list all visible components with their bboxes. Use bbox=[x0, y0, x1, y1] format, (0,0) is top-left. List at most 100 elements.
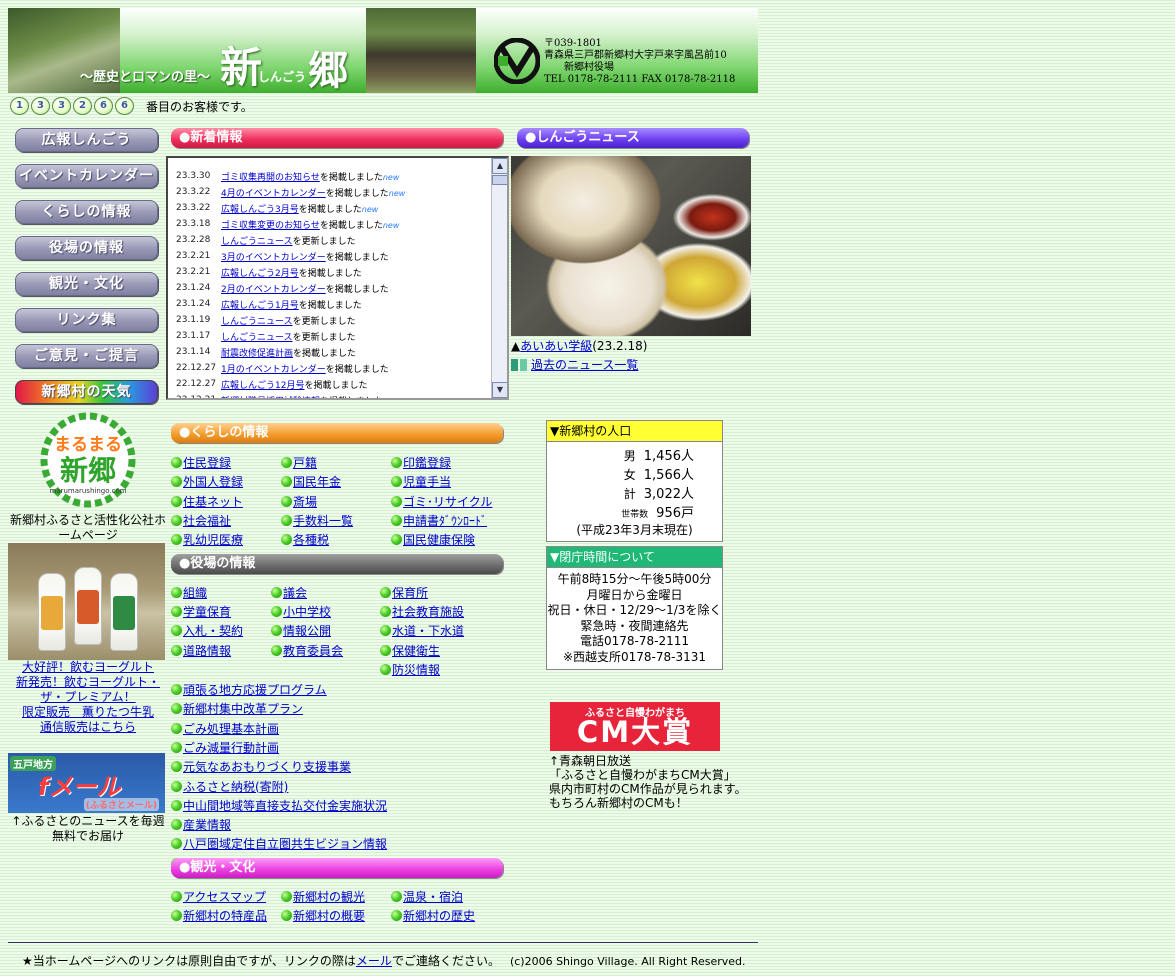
yakuba-link[interactable]: 保育所 bbox=[380, 584, 428, 601]
kanko-link-label[interactable]: 新郷村の概要 bbox=[293, 909, 365, 923]
yakuba-link[interactable]: 防災情報 bbox=[380, 661, 440, 678]
kurashi-link[interactable]: 児童手当 bbox=[391, 473, 451, 490]
kanko-link[interactable]: 新郷村の概要 bbox=[281, 907, 365, 924]
yakuba-link-label[interactable]: 情報公開 bbox=[283, 624, 331, 638]
kanko-link[interactable]: 新郷村の歴史 bbox=[391, 907, 475, 924]
yakuba-link-label[interactable]: 頑張る地方応援プログラム bbox=[183, 683, 327, 697]
yakuba-link-label[interactable]: 学童保育 bbox=[183, 605, 231, 619]
yakuba-link-label[interactable]: 入札・契約 bbox=[183, 624, 243, 638]
yakuba-link[interactable]: 情報公開 bbox=[271, 622, 331, 639]
kurashi-link-label[interactable]: ゴミ･リサイクル bbox=[403, 495, 492, 509]
news-link[interactable]: 1月のイベントカレンダー bbox=[221, 365, 326, 375]
nav-opinion-button[interactable]: ご意見・ご提言 bbox=[15, 344, 158, 368]
yakuba-link-label[interactable]: 産業情報 bbox=[183, 818, 231, 832]
yogurt-bottles-photo[interactable] bbox=[8, 543, 165, 660]
yogurt-link-3[interactable]: 限定販売 薫りたつ牛乳 bbox=[8, 705, 168, 720]
kurashi-link[interactable]: 申請書ﾀﾞｳﾝﾛｰﾄﾞ bbox=[391, 512, 487, 529]
kurashi-link[interactable]: 戸籍 bbox=[281, 454, 317, 471]
news-link[interactable]: ゴミ収集再開のお知らせ bbox=[221, 173, 320, 183]
yakuba-link-label[interactable]: 保育所 bbox=[392, 586, 428, 600]
yakuba-link[interactable]: 産業情報 bbox=[171, 816, 231, 833]
news-link[interactable]: 広報しんごう12月号 bbox=[221, 381, 304, 391]
yakuba-link[interactable]: 保健衛生 bbox=[380, 642, 440, 659]
kanko-link-label[interactable]: 新郷村の特産品 bbox=[183, 909, 267, 923]
news-link[interactable]: 3月のイベントカレンダー bbox=[221, 253, 326, 263]
yakuba-link[interactable]: 道路情報 bbox=[171, 642, 231, 659]
kurashi-link-label[interactable]: 斎場 bbox=[293, 495, 317, 509]
news-link[interactable]: しんごうニュース bbox=[221, 237, 293, 247]
yakuba-link[interactable]: 頑張る地方応援プログラム bbox=[171, 681, 327, 698]
yakuba-link-label[interactable]: 小中学校 bbox=[283, 605, 331, 619]
kurashi-link-label[interactable]: 国民健康保険 bbox=[403, 533, 475, 547]
kurashi-link-label[interactable]: 社会福祉 bbox=[183, 514, 231, 528]
yakuba-link-label[interactable]: 教育委員会 bbox=[283, 644, 343, 658]
news-link[interactable]: 新郷村職員採用試験情報 bbox=[221, 397, 320, 399]
yakuba-link[interactable]: 学童保育 bbox=[171, 603, 231, 620]
kurashi-link[interactable]: 斎場 bbox=[281, 493, 317, 510]
news-link[interactable]: 2月のイベントカレンダー bbox=[221, 285, 326, 295]
yakuba-link-label[interactable]: 防災情報 bbox=[392, 663, 440, 677]
news-link[interactable]: 広報しんごう3月号 bbox=[221, 205, 299, 215]
yakuba-link-label[interactable]: ごみ処理基本計画 bbox=[183, 722, 279, 736]
yogurt-link-1[interactable]: 大好評！飲むヨーグルト bbox=[8, 660, 168, 675]
yakuba-link[interactable]: 元気なあおもりづくり支援事業 bbox=[171, 758, 351, 775]
kanko-link-label[interactable]: 新郷村の歴史 bbox=[403, 909, 475, 923]
kanko-link-label[interactable]: 新郷村の観光 bbox=[293, 890, 365, 904]
yakuba-link[interactable]: 入札・契約 bbox=[171, 622, 243, 639]
scroll-thumb[interactable] bbox=[492, 175, 507, 185]
nav-weather-button[interactable]: 新郷村の天気 bbox=[15, 380, 158, 404]
news-link[interactable]: 広報しんごう2月号 bbox=[221, 269, 299, 279]
yakuba-link[interactable]: ごみ減量行動計画 bbox=[171, 739, 279, 756]
yakuba-link-label[interactable]: 組織 bbox=[183, 586, 207, 600]
nav-kouhou-button[interactable]: 広報しんごう bbox=[15, 128, 158, 152]
kurashi-link-label[interactable]: 各種税 bbox=[293, 533, 329, 547]
footer-mail-link[interactable]: メール bbox=[356, 954, 392, 968]
nav-event-calendar-button[interactable]: イベントカレンダー bbox=[15, 164, 158, 188]
kurashi-link[interactable]: 社会福祉 bbox=[171, 512, 231, 529]
yakuba-link-label[interactable]: 議会 bbox=[283, 586, 307, 600]
aiai-class-link[interactable]: あいあい学級 bbox=[520, 339, 592, 353]
kurashi-link[interactable]: ゴミ･リサイクル bbox=[391, 493, 492, 510]
yakuba-link-label[interactable]: 保健衛生 bbox=[392, 644, 440, 658]
cm-award-banner[interactable]: ふるさと自慢わがまち CM大賞 bbox=[550, 702, 720, 751]
yakuba-link[interactable]: ふるさと納税(寄附) bbox=[171, 778, 288, 795]
kanko-link[interactable]: 新郷村の観光 bbox=[281, 888, 365, 905]
kurashi-link[interactable]: 手数料一覧 bbox=[281, 512, 353, 529]
yakuba-link[interactable]: 水道・下水道 bbox=[380, 622, 464, 639]
scroll-down-arrow-icon[interactable]: ▼ bbox=[492, 382, 507, 398]
yogurt-link-2[interactable]: 新発売！飲むヨーグルト・ザ・プレミアム！ bbox=[8, 675, 168, 705]
kurashi-link-label[interactable]: 戸籍 bbox=[293, 456, 317, 470]
kurashi-link[interactable]: 住基ネット bbox=[171, 493, 243, 510]
news-link[interactable]: 4月のイベントカレンダー bbox=[221, 189, 326, 199]
yakuba-link-label[interactable]: ふるさと納税(寄附) bbox=[183, 780, 288, 794]
kanko-link-label[interactable]: アクセスマップ bbox=[183, 890, 266, 904]
yakuba-link-label[interactable]: ごみ減量行動計画 bbox=[183, 741, 279, 755]
yakuba-link[interactable]: 議会 bbox=[271, 584, 307, 601]
marumaru-shingo-logo[interactable]: まるまる 新郷 marumarushingo.com bbox=[38, 412, 138, 510]
kanko-link[interactable]: 新郷村の特産品 bbox=[171, 907, 267, 924]
yakuba-link-label[interactable]: 水道・下水道 bbox=[392, 624, 464, 638]
yakuba-link[interactable]: ごみ処理基本計画 bbox=[171, 720, 279, 737]
yakuba-link-label[interactable]: 八戸圏域定住自立圏共生ビジョン情報 bbox=[183, 837, 387, 851]
news-link[interactable]: ゴミ収集変更のお知らせ bbox=[221, 221, 320, 231]
yakuba-link[interactable]: 中山間地域等直接支払交付金実施状況 bbox=[171, 797, 387, 814]
kurashi-link[interactable]: 外国人登録 bbox=[171, 473, 243, 490]
kurashi-link-label[interactable]: 国民年金 bbox=[293, 475, 341, 489]
kurashi-link-label[interactable]: 住民登録 bbox=[183, 456, 231, 470]
kurashi-link[interactable]: 印鑑登録 bbox=[391, 454, 451, 471]
kurashi-link[interactable]: 国民年金 bbox=[281, 473, 341, 490]
yakuba-link-label[interactable]: 社会教育施設 bbox=[392, 605, 464, 619]
nav-yakuba-button[interactable]: 役場の情報 bbox=[15, 236, 158, 260]
news-link[interactable]: 広報しんごう1月号 bbox=[221, 301, 299, 311]
kurashi-link-label[interactable]: 乳幼児医療 bbox=[183, 533, 243, 547]
yakuba-link-label[interactable]: 元気なあおもりづくり支援事業 bbox=[183, 760, 351, 774]
yakuba-link[interactable]: 新郷村集中改革プラン bbox=[171, 700, 303, 717]
news-link[interactable]: 耐震改修促進計画 bbox=[221, 349, 293, 359]
kurashi-link-label[interactable]: 住基ネット bbox=[183, 495, 243, 509]
yakuba-link[interactable]: 社会教育施設 bbox=[380, 603, 464, 620]
kurashi-link[interactable]: 住民登録 bbox=[171, 454, 231, 471]
yakuba-link[interactable]: 小中学校 bbox=[271, 603, 331, 620]
nav-kurashi-button[interactable]: くらしの情報 bbox=[15, 200, 158, 224]
kurashi-link-label[interactable]: 外国人登録 bbox=[183, 475, 243, 489]
news-link[interactable]: しんごうニュース bbox=[221, 317, 293, 327]
